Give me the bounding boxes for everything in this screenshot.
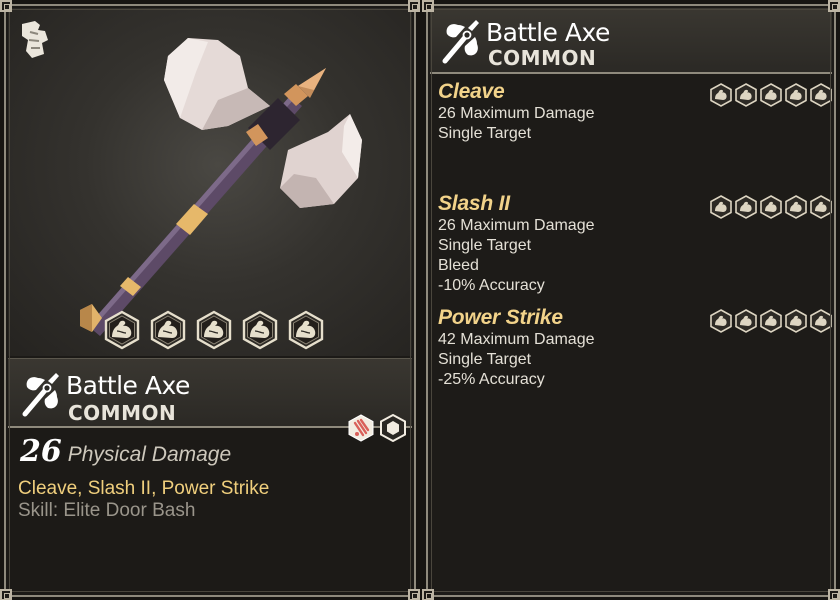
frame-corner <box>422 0 434 12</box>
flexed-arm-icon[interactable] <box>709 195 733 219</box>
ability-block: Slash II 26 Maximum Damage Single Target Bl… <box>438 192 833 296</box>
item-rarity: COMMON <box>68 401 177 425</box>
flexed-arm-icon[interactable] <box>809 83 833 107</box>
item-name: Battle Axe <box>486 18 610 47</box>
ability-stat-line: Single Target <box>438 125 532 142</box>
bleed-slash-icon[interactable] <box>348 414 374 442</box>
abilities-summary: Cleave, Slash II, Power Strike <box>18 478 270 499</box>
battle-axe-icon <box>436 16 486 66</box>
flexed-arm-icon[interactable] <box>759 309 783 333</box>
battle-axe-icon <box>16 369 66 419</box>
flexed-arm-icon[interactable] <box>194 310 234 350</box>
ability-stat-line: Bleed <box>438 257 479 274</box>
ability-stat-line: 26 Maximum Damage <box>438 105 595 122</box>
flexed-arm-icon[interactable] <box>734 309 758 333</box>
battle-axe-artwork <box>80 38 362 336</box>
abilities-title-bar: Battle Axe COMMON <box>430 8 832 74</box>
flexed-arm-icon[interactable] <box>709 83 733 107</box>
hexagon-nut-icon[interactable] <box>380 414 406 442</box>
flexed-arm-icon[interactable] <box>784 195 808 219</box>
ability-block: Cleave 26 Maximum Damage Single Target <box>438 80 833 144</box>
flexed-arm-icon[interactable] <box>148 310 188 350</box>
flexed-arm-icon[interactable] <box>784 309 808 333</box>
abilities-panel: Battle Axe COMMON Cleave 26 Maximum Damag… <box>422 0 840 600</box>
flexed-arm-icon[interactable] <box>102 310 142 350</box>
ability-strength-icons <box>709 309 833 333</box>
strength-requirement-row <box>102 310 326 350</box>
ability-strength-icons <box>709 83 833 107</box>
item-rarity: COMMON <box>488 46 597 70</box>
ability-stat-line: 26 Maximum Damage <box>438 217 595 234</box>
flexed-arm-icon[interactable] <box>784 83 808 107</box>
ability-stat-line: Single Target <box>438 237 532 254</box>
damage-line: 26 Physical Damage <box>20 434 231 469</box>
damage-type-label: Physical Damage <box>67 443 232 466</box>
frame-corner <box>828 0 840 12</box>
flexed-arm-icon[interactable] <box>809 309 833 333</box>
ability-stat-line: -25% Accuracy <box>438 371 545 388</box>
frame-corner <box>0 0 12 12</box>
flexed-arm-icon[interactable] <box>709 309 733 333</box>
ability-stat-line: -10% Accuracy <box>438 277 545 294</box>
armor-slot-icon <box>22 21 48 58</box>
frame-corner <box>422 589 434 600</box>
item-preview <box>8 8 412 356</box>
damage-type-icons <box>348 414 406 442</box>
flexed-arm-icon[interactable] <box>286 310 326 350</box>
item-card-panel: Battle Axe COMMON 26 Physical Damage Cle… <box>0 0 420 600</box>
flexed-arm-icon[interactable] <box>759 83 783 107</box>
frame-corner <box>408 589 420 600</box>
ability-stat-line: 42 Maximum Damage <box>438 331 595 348</box>
flexed-arm-icon[interactable] <box>759 195 783 219</box>
frame-corner <box>408 0 420 12</box>
damage-value: 26 <box>20 434 62 469</box>
flexed-arm-icon[interactable] <box>240 310 280 350</box>
ability-strength-icons <box>709 195 833 219</box>
skill-line: Skill: Elite Door Bash <box>18 500 196 521</box>
frame-corner <box>828 589 840 600</box>
flexed-arm-icon[interactable] <box>734 195 758 219</box>
ability-stat-line: Single Target <box>438 351 532 368</box>
ability-block: Power Strike 42 Maximum Damage Single Targ… <box>438 306 833 390</box>
flexed-arm-icon[interactable] <box>734 83 758 107</box>
item-name: Battle Axe <box>66 371 190 400</box>
frame-corner <box>0 589 12 600</box>
flexed-arm-icon[interactable] <box>809 195 833 219</box>
